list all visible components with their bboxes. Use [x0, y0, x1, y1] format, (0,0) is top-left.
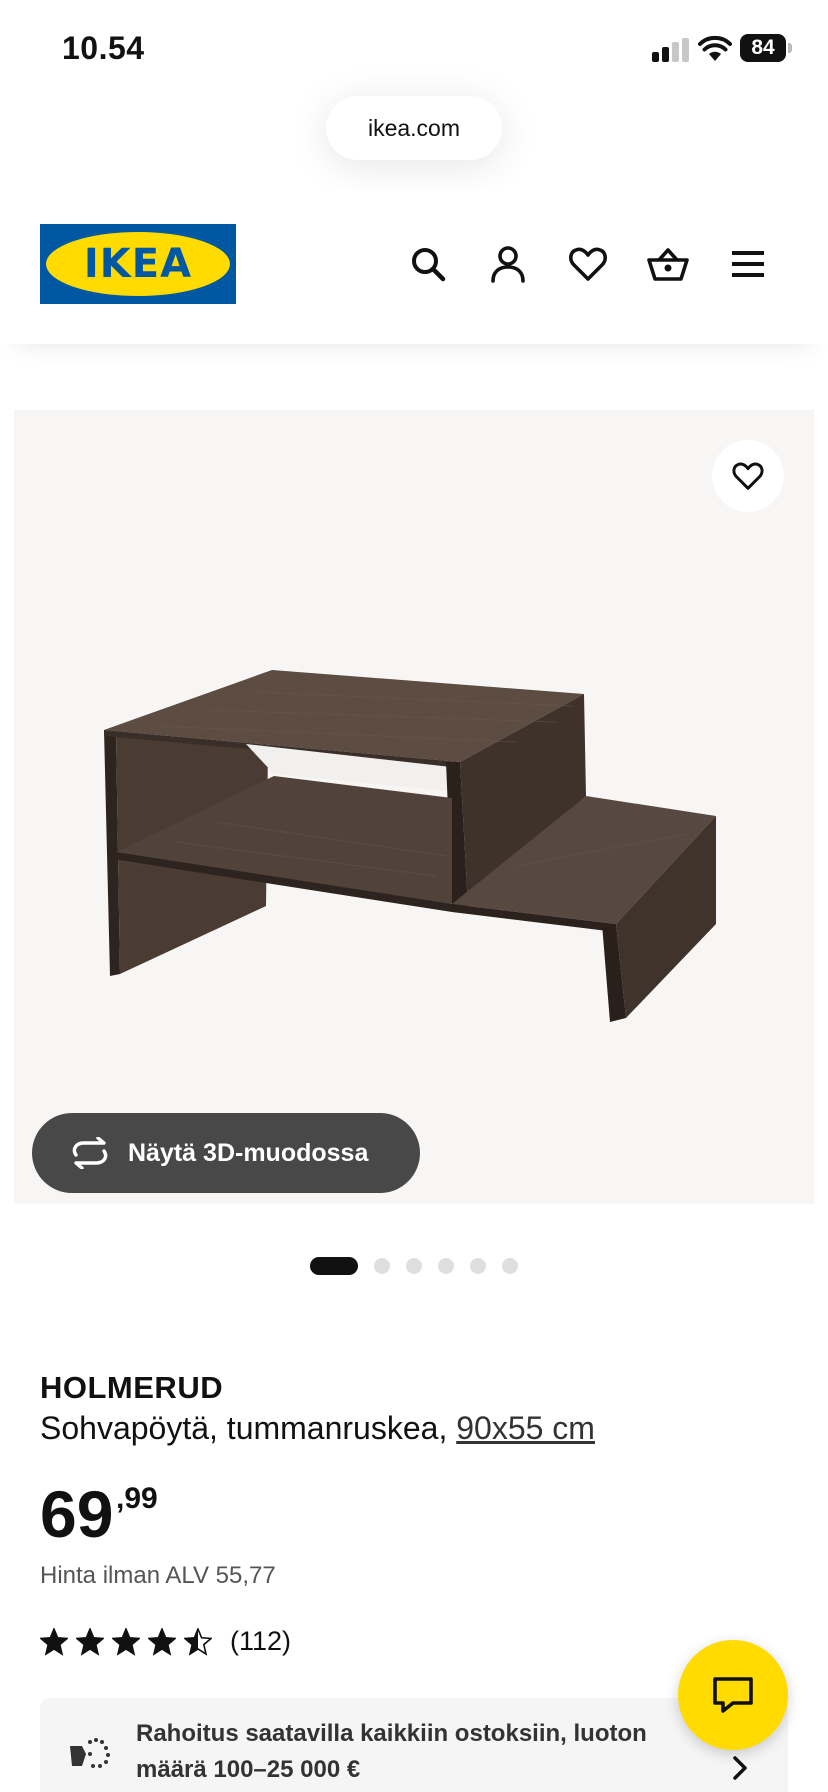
menu-icon[interactable] [726, 242, 770, 286]
favourites-icon[interactable] [566, 242, 610, 286]
status-time: 10.54 [62, 30, 145, 66]
search-icon[interactable] [406, 242, 450, 286]
pagination-dot[interactable] [438, 1258, 454, 1274]
star-icon [40, 1628, 68, 1656]
view-in-3d-label: Näytä 3D-muodossa [128, 1139, 369, 1167]
star-icon [76, 1628, 104, 1656]
product-description: Sohvapöytä, tummanruskea, 90x55 cm [40, 1410, 595, 1447]
price-integer: 69 [40, 1477, 114, 1551]
basket-icon[interactable] [646, 242, 690, 286]
star-icon [184, 1628, 212, 1656]
rotate-3d-icon [72, 1137, 108, 1169]
price-excluding-vat: Hinta ilman ALV 55,77 [40, 1562, 276, 1589]
financing-text: Rahoitus saatavilla kaikkiin ostoksiin, … [136, 1720, 647, 1783]
chat-bubble-icon [713, 1677, 753, 1713]
pagination-dot[interactable] [374, 1258, 390, 1274]
star-icon [112, 1628, 140, 1656]
heart-icon [732, 462, 764, 490]
battery-icon: 84 [740, 34, 792, 62]
financing-icon [70, 1738, 110, 1768]
pagination-dot[interactable] [406, 1258, 422, 1274]
pagination-dot[interactable] [470, 1258, 486, 1274]
battery-level: 84 [740, 34, 786, 62]
product-name: HOLMERUD [40, 1370, 224, 1405]
product-type: Sohvapöytä, tummanruskea, [40, 1410, 448, 1446]
save-to-favourites-button[interactable] [712, 440, 784, 512]
site-header: IKEA [0, 190, 828, 344]
rating-count[interactable]: (112) [230, 1626, 291, 1657]
account-icon[interactable] [486, 242, 530, 286]
star-icon [148, 1628, 176, 1656]
address-bar[interactable]: ikea.com [326, 96, 502, 160]
price-decimals: ,99 [116, 1482, 158, 1515]
logo-text: IKEA [83, 241, 193, 287]
chevron-right-icon [733, 1756, 747, 1780]
chat-button[interactable] [678, 1640, 788, 1750]
pagination-dot-active[interactable] [310, 1257, 358, 1275]
status-bar: 10.54 84 [0, 0, 828, 100]
wifi-icon [698, 35, 732, 61]
view-in-3d-button[interactable]: Näytä 3D-muodossa [32, 1113, 420, 1193]
product-image [104, 670, 716, 1022]
ikea-logo[interactable]: IKEA [40, 224, 236, 304]
cellular-signal-icon [652, 38, 692, 62]
financing-banner[interactable]: Rahoitus saatavilla kaikkiin ostoksiin, … [40, 1698, 788, 1792]
product-size-link[interactable]: 90x55 cm [456, 1410, 595, 1446]
pagination-dot[interactable] [502, 1258, 518, 1274]
